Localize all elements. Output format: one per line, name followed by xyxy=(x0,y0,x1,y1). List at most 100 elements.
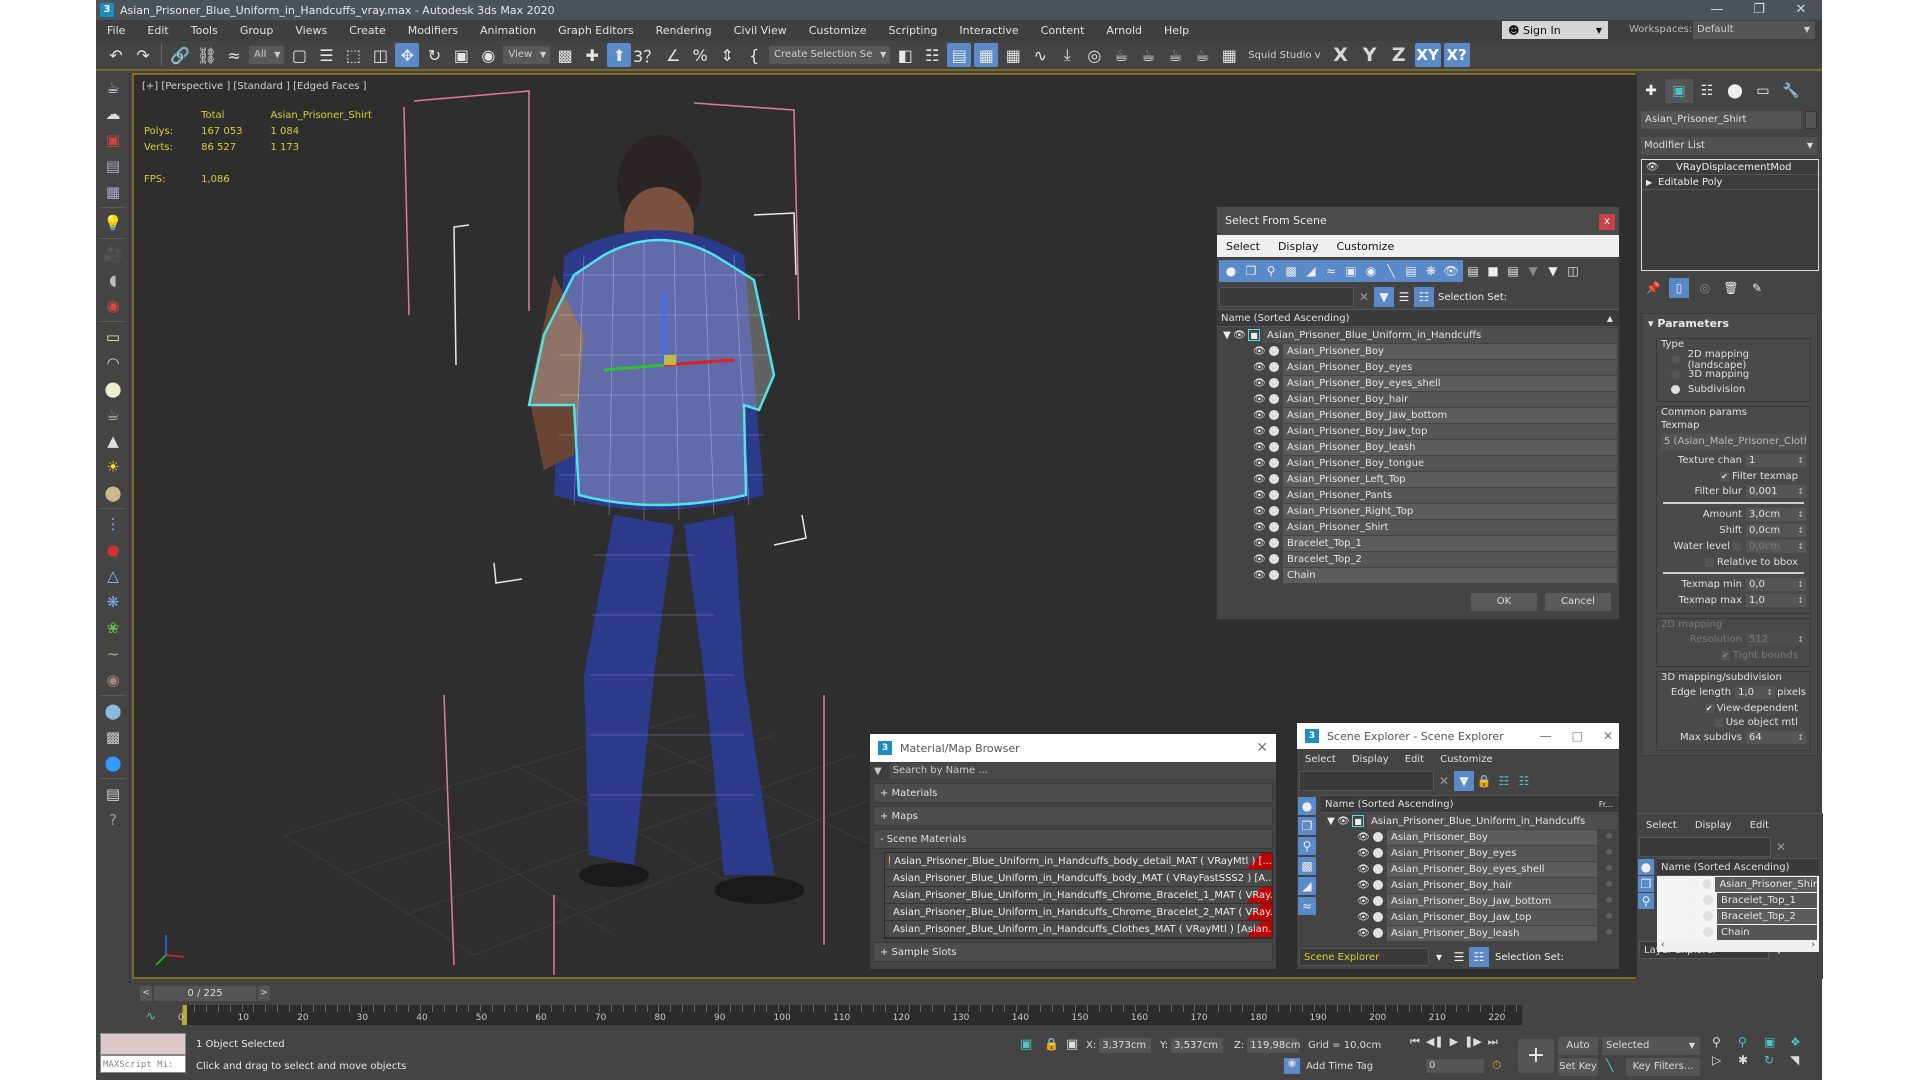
constrain-x-button[interactable]: X xyxy=(1328,43,1354,67)
tree-item[interactable]: 👁 Asian_Prisoner_Shir xyxy=(1657,876,1819,892)
cameras-filter-icon[interactable]: ▩ xyxy=(1298,857,1316,875)
maxscript-input[interactable]: MAXScript Mi: xyxy=(100,1055,186,1073)
cloud-icon[interactable]: ☁ xyxy=(101,103,125,125)
go-to-end-icon[interactable]: ⏭ xyxy=(1488,1035,1498,1049)
menu-customize[interactable]: Customize xyxy=(1327,240,1403,253)
xrefs-filter-icon[interactable]: ◉ xyxy=(1361,261,1381,281)
maximize-viewport-icon[interactable]: ◥ xyxy=(1790,1053,1812,1067)
view-dependent-checkbox[interactable]: ✔ View-dependent xyxy=(1661,701,1806,715)
menu-display[interactable]: Display xyxy=(1686,820,1741,831)
utilities-tab-icon[interactable]: 🔧 xyxy=(1777,79,1805,103)
maxscript-listener[interactable]: MAXScript Mi: xyxy=(100,1033,186,1077)
ok-button[interactable]: OK xyxy=(1471,593,1537,611)
lights-filter-icon[interactable]: ⚲ xyxy=(1261,261,1281,281)
menu-graph-editors[interactable]: Graph Editors xyxy=(547,24,645,37)
name-column-header[interactable]: Name (Sorted Ascending) xyxy=(1657,858,1819,876)
chevron-down-icon[interactable]: ▾ xyxy=(1429,947,1449,967)
link-icon[interactable]: 🔗 xyxy=(168,43,192,67)
tree-item[interactable]: 👁 Asian_Prisoner_Boy_tongue xyxy=(1217,455,1619,471)
spacewarps-filter-icon[interactable]: ≈ xyxy=(1321,261,1341,281)
select-and-rotate-icon[interactable]: ↻ xyxy=(422,43,446,67)
pin-stack-icon[interactable]: 📌 xyxy=(1643,278,1663,298)
bones-filter-icon[interactable]: ╲ xyxy=(1381,261,1401,281)
light-bulb-icon[interactable]: 💡 xyxy=(101,212,125,234)
texmap-button[interactable]: 5 (Asian_Male_Prisoner_Cloth xyxy=(1661,434,1806,450)
helpers-filter-icon[interactable]: ◢ xyxy=(1301,261,1321,281)
tree-item[interactable]: 👁 Asian_Prisoner_Boy_Jaw_bottom xyxy=(1217,407,1619,423)
menu-display[interactable]: Display xyxy=(1344,754,1397,765)
scene-explorer-title-bar[interactable]: 3 Scene Explorer - Scene Explorer — □ ✕ xyxy=(1297,723,1619,749)
selection-lock-icon[interactable]: 🔒 xyxy=(1044,1037,1059,1051)
visibility-eye-icon[interactable]: 👁 xyxy=(1253,522,1266,533)
geometry-filter-icon[interactable]: ● xyxy=(1221,261,1241,281)
parameters-rollout-title[interactable]: ▾ Parameters xyxy=(1642,314,1817,334)
close-button[interactable]: ✕ xyxy=(1603,729,1613,743)
filter-blur-spinner[interactable]: 0,001 xyxy=(1746,485,1806,498)
zoom-icon[interactable]: ⚲ xyxy=(1712,1035,1734,1049)
materials-section[interactable]: + Materials xyxy=(873,783,1273,803)
freeze-icon[interactable]: ❄ xyxy=(1599,864,1619,874)
rectangular-region-icon[interactable]: ⬚ xyxy=(341,43,365,67)
expand-icon[interactable]: ▼ xyxy=(1325,816,1337,827)
tree-item[interactable]: 👁 Asian_Prisoner_Pants xyxy=(1217,487,1619,503)
cancel-button[interactable]: Cancel xyxy=(1545,593,1611,611)
tree-item[interactable]: 👁 Asian_Prisoner_Boy xyxy=(1217,343,1619,359)
undo-icon[interactable]: ↶ xyxy=(104,43,128,67)
dome-light-icon[interactable]: ◠ xyxy=(101,352,125,374)
menu-select[interactable]: Select xyxy=(1217,240,1269,253)
search-input[interactable] xyxy=(1219,287,1354,307)
menu-animation[interactable]: Animation xyxy=(469,24,547,37)
shapes-filter-icon[interactable]: ❐ xyxy=(1638,876,1654,892)
menu-interactive[interactable]: Interactive xyxy=(948,24,1029,37)
menu-select[interactable]: Select xyxy=(1297,754,1344,765)
name-column-header[interactable]: Name (Sorted Ascending) ▲ xyxy=(1217,309,1619,327)
layers-icon[interactable]: ☰ xyxy=(1449,947,1469,967)
visibility-eye-icon[interactable]: 👁 xyxy=(1253,442,1266,453)
tree-item[interactable]: 👁 Asian_Prisoner_Right_Top xyxy=(1217,503,1619,519)
radio-subdivision[interactable]: Subdivision xyxy=(1661,382,1806,397)
grass-icon[interactable]: ❀ xyxy=(101,617,125,639)
material-item[interactable]: Asian_Prisoner_Blue_Uniform_in_Handcuffs… xyxy=(885,904,1272,921)
tree-root[interactable]: ▼ 👁 ■ Asian_Prisoner_Blue_Uniform_in_Han… xyxy=(1321,813,1619,829)
spinner-snap-icon[interactable]: ⇕ xyxy=(715,43,739,67)
reference-coordinate-dropdown[interactable]: View ▼ xyxy=(503,46,551,64)
tree-item[interactable]: 👁 Asian_Prisoner_Boy_leash ❄ xyxy=(1321,925,1619,941)
previous-frame-icon[interactable]: ◀❚ xyxy=(1426,1035,1444,1049)
absolute-mode-icon[interactable]: ▣ xyxy=(1066,1037,1078,1052)
tree-item[interactable]: 👁 Asian_Prisoner_Boy_Jaw_top ❄ xyxy=(1321,909,1619,925)
workspaces-select[interactable]: Default ▼ xyxy=(1693,21,1815,39)
dialog-title-bar[interactable]: Select From Scene x xyxy=(1217,207,1619,235)
shapes-filter-icon[interactable]: ❐ xyxy=(1241,261,1261,281)
freeze-icon[interactable]: ❄ xyxy=(1599,928,1619,938)
visibility-eye-icon[interactable]: 👁 xyxy=(1253,346,1266,357)
maxscript-output[interactable] xyxy=(100,1033,186,1055)
close-button[interactable]: ✕ xyxy=(1780,0,1822,20)
orbit-icon[interactable]: ↻ xyxy=(1764,1053,1786,1067)
hierarchy-tab-icon[interactable]: ☷ xyxy=(1693,79,1721,103)
next-frame-icon[interactable]: > xyxy=(258,986,270,1001)
visibility-eye-icon[interactable]: 👁 xyxy=(1253,554,1266,565)
search-by-name-input[interactable]: Search by Name ... xyxy=(889,763,1276,779)
frozen-column-header[interactable]: Fr... xyxy=(1599,796,1613,814)
z-coordinate-input[interactable]: 119,98cm xyxy=(1247,1038,1300,1053)
select-by-name-icon[interactable]: ☰ xyxy=(314,43,338,67)
select-and-place-icon[interactable]: ◉ xyxy=(476,43,500,67)
display-all-icon[interactable]: ▤ xyxy=(1463,261,1483,281)
modifier-stack-item[interactable]: ▶ Editable Poly xyxy=(1642,175,1818,190)
snaps-toggle-icon[interactable]: 3？ xyxy=(633,43,659,67)
visibility-eye-icon[interactable]: 👁 xyxy=(1337,816,1350,827)
ambient-light-icon[interactable]: ⬤ xyxy=(101,482,125,504)
max-subdivs-spinner[interactable]: 64 xyxy=(1746,731,1806,744)
tree-item[interactable]: 👁 Chain xyxy=(1657,924,1819,940)
material-item[interactable]: Asian_Prisoner_Blue_Uniform_in_Handcuffs… xyxy=(885,853,1272,870)
groups-filter-icon[interactable]: ▣ xyxy=(1341,261,1361,281)
render-production-icon[interactable]: ☕ xyxy=(1163,43,1187,67)
import-icon[interactable]: ▤ xyxy=(101,783,125,805)
create-tab-icon[interactable]: ✚ xyxy=(1637,79,1665,103)
expand-all-icon[interactable]: ☷ xyxy=(1494,771,1514,791)
tree-item[interactable]: 👁 Asian_Prisoner_Boy ❄ xyxy=(1321,829,1619,845)
hierarchy-icon[interactable]: ☷ xyxy=(1414,287,1434,307)
containers-filter-icon[interactable]: ▤ xyxy=(1401,261,1421,281)
rendered-frame-window-icon[interactable]: ☕ xyxy=(1136,43,1160,67)
default-in-out-tangents-icon[interactable]: ╲ xyxy=(1606,1058,1613,1072)
